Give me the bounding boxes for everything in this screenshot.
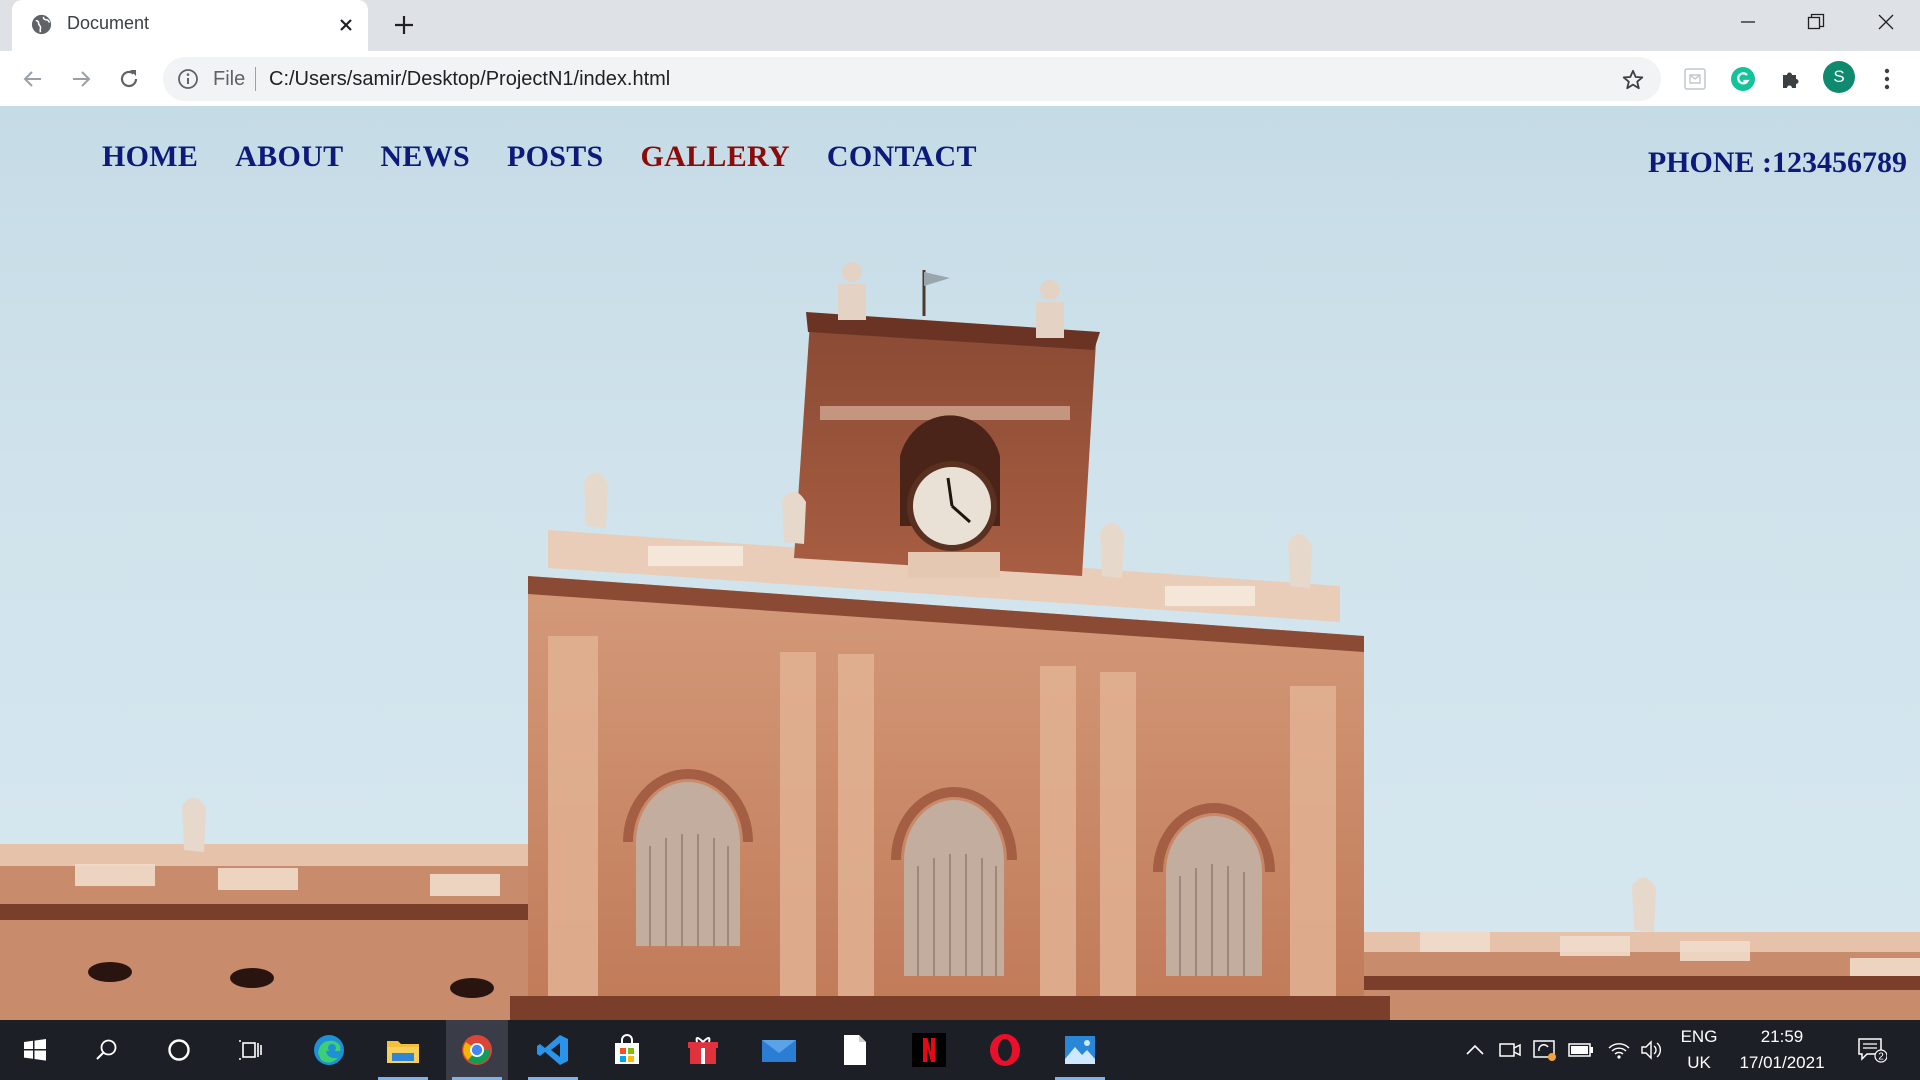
input-language[interactable]: ENG UK (1674, 1024, 1724, 1076)
extension-button[interactable] (1679, 63, 1711, 95)
windows-logo-icon (24, 1039, 46, 1061)
extension-box-icon (1684, 68, 1706, 90)
minimize-icon (1741, 21, 1755, 23)
taskbar-opera[interactable] (974, 1020, 1036, 1080)
store-bag-icon (615, 1034, 639, 1064)
restore-button[interactable] (1782, 0, 1850, 44)
language-code: ENG (1680, 1027, 1718, 1046)
edge-icon (314, 1035, 344, 1065)
profile-avatar[interactable]: S (1823, 61, 1855, 93)
clock-time: 21:59 (1760, 1027, 1804, 1046)
taskbar-notepad[interactable] (824, 1020, 886, 1080)
taskbar-netflix[interactable] (898, 1020, 960, 1080)
nav-home[interactable]: HOME (102, 140, 198, 174)
back-button[interactable] (18, 64, 48, 94)
document-icon (844, 1035, 866, 1065)
taskbar-vscode[interactable] (522, 1020, 584, 1080)
opera-icon (990, 1034, 1020, 1066)
camera-icon (1499, 1043, 1521, 1057)
notification-count: 2 (1878, 1052, 1884, 1063)
chrome-icon (462, 1035, 492, 1065)
bookmark-star-icon[interactable] (1621, 68, 1645, 92)
close-window-button[interactable] (1852, 0, 1920, 44)
action-center-button[interactable]: 2 (1857, 1038, 1887, 1063)
clock-date: 17/01/2021 (1739, 1053, 1825, 1072)
restore-icon (1807, 13, 1825, 30)
reload-button[interactable] (114, 64, 144, 94)
taskbar-file-explorer[interactable] (372, 1020, 434, 1080)
chevron-up-icon (1466, 1044, 1484, 1055)
grammarly-icon (1731, 67, 1755, 91)
extensions-button[interactable] (1775, 63, 1807, 95)
minimize-button[interactable] (1714, 0, 1782, 44)
phone-number: PHONE :123456789 (1647, 146, 1907, 179)
site-nav: HOME ABOUT NEWS POSTS GALLERY CONTACT (102, 140, 1014, 174)
region-code: UK (1687, 1053, 1711, 1072)
menu-button[interactable] (1871, 63, 1903, 95)
url-text[interactable]: C:/Users/samir/Desktop/ProjectN1/index.h… (269, 68, 670, 91)
netflix-icon (912, 1033, 946, 1067)
mail-icon (762, 1040, 796, 1062)
taskbar-edge[interactable] (298, 1020, 360, 1080)
start-button[interactable] (4, 1020, 66, 1080)
new-tab-icon[interactable] (391, 12, 417, 38)
search-icon (96, 1039, 117, 1060)
sync-tray[interactable] (1532, 1038, 1558, 1062)
globe-icon (31, 14, 52, 35)
speaker-icon (1641, 1040, 1661, 1060)
info-icon[interactable] (177, 68, 199, 90)
wifi-icon (1608, 1043, 1630, 1059)
nav-gallery[interactable]: GALLERY (641, 140, 790, 174)
sync-icon (1533, 1040, 1556, 1061)
volume-tray[interactable] (1640, 1038, 1666, 1062)
taskbar-gift-app[interactable] (672, 1020, 734, 1080)
taskbar: ENG UK 21:59 17/01/2021 2 (0, 1020, 1920, 1080)
hero-building-image (0, 262, 1920, 1020)
reload-icon (120, 70, 138, 88)
nav-contact[interactable]: CONTACT (827, 140, 977, 174)
taskbar-store[interactable] (596, 1020, 658, 1080)
browser-tab[interactable]: Document (12, 0, 368, 51)
tab-title: Document (67, 13, 150, 33)
close-icon (1878, 14, 1894, 30)
taskbar-chrome[interactable] (446, 1020, 508, 1080)
folder-icon (387, 1041, 419, 1063)
battery-icon (1568, 1043, 1593, 1057)
omnibox-separator (255, 67, 256, 91)
close-tab-icon[interactable] (335, 14, 357, 36)
address-bar[interactable]: File C:/Users/samir/Desktop/ProjectN1/in… (163, 57, 1661, 101)
page-viewport: HOME ABOUT NEWS POSTS GALLERY CONTACT PH… (0, 106, 1920, 1020)
taskbar-photos[interactable] (1049, 1020, 1111, 1080)
notification-icon: 2 (1858, 1038, 1887, 1063)
clock[interactable]: 21:59 17/01/2021 (1730, 1024, 1834, 1076)
search-button[interactable] (76, 1020, 138, 1080)
meet-now-tray[interactable] (1497, 1038, 1523, 1062)
taskbar-mail[interactable] (748, 1020, 810, 1080)
wifi-tray[interactable] (1606, 1038, 1632, 1062)
nav-posts[interactable]: POSTS (507, 140, 604, 174)
task-view-button[interactable] (220, 1020, 282, 1080)
tab-strip: Document (0, 0, 1920, 51)
task-view-icon (239, 1040, 262, 1060)
nav-news[interactable]: NEWS (380, 140, 470, 174)
photos-icon (1065, 1036, 1095, 1064)
browser-toolbar: File C:/Users/samir/Desktop/ProjectN1/in… (0, 51, 1920, 106)
scheme-label: File (213, 68, 246, 90)
more-vert-icon (1884, 68, 1890, 90)
grammarly-button[interactable] (1727, 63, 1759, 95)
show-hidden-icons[interactable] (1462, 1038, 1488, 1062)
nav-about[interactable]: ABOUT (235, 140, 343, 174)
cortana-circle-icon (168, 1039, 190, 1061)
cortana-button[interactable] (148, 1020, 210, 1080)
vscode-icon (537, 1035, 568, 1065)
forward-button[interactable] (66, 64, 96, 94)
battery-tray[interactable] (1568, 1038, 1594, 1062)
arrow-right-icon (73, 71, 91, 87)
arrow-left-icon (23, 71, 41, 87)
gift-icon (688, 1037, 718, 1064)
puzzle-icon (1783, 72, 1799, 88)
